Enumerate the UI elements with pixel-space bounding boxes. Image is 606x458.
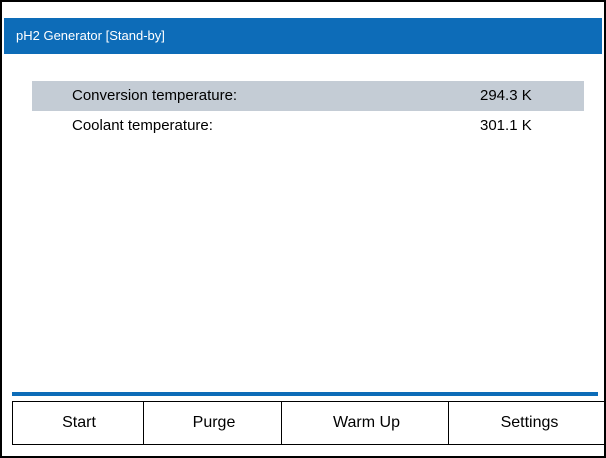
purge-button[interactable]: Purge — [143, 401, 285, 445]
title-bar: pH2 Generator [Stand-by] — [4, 18, 602, 54]
reading-row-conversion-temperature[interactable]: Conversion temperature: 294.3 K — [32, 81, 584, 111]
bottom-toolbar: Start Purge Warm Up Settings — [12, 401, 604, 445]
window-title: pH2 Generator [Stand-by] — [16, 28, 165, 43]
reading-label: Coolant temperature: — [72, 117, 213, 134]
toolbar-separator — [12, 392, 598, 396]
reading-value: 301.1 K — [480, 117, 532, 134]
warm-up-button[interactable]: Warm Up — [281, 401, 452, 445]
settings-button[interactable]: Settings — [448, 401, 604, 445]
app-window: pH2 Generator [Stand-by] Conversion temp… — [0, 0, 606, 458]
reading-label: Conversion temperature: — [72, 87, 238, 104]
start-button[interactable]: Start — [12, 401, 146, 445]
reading-value: 294.3 K — [480, 87, 532, 104]
reading-row-coolant-temperature[interactable]: Coolant temperature: 301.1 K — [32, 111, 584, 141]
readings-list: Conversion temperature: 294.3 K Coolant … — [32, 81, 584, 141]
